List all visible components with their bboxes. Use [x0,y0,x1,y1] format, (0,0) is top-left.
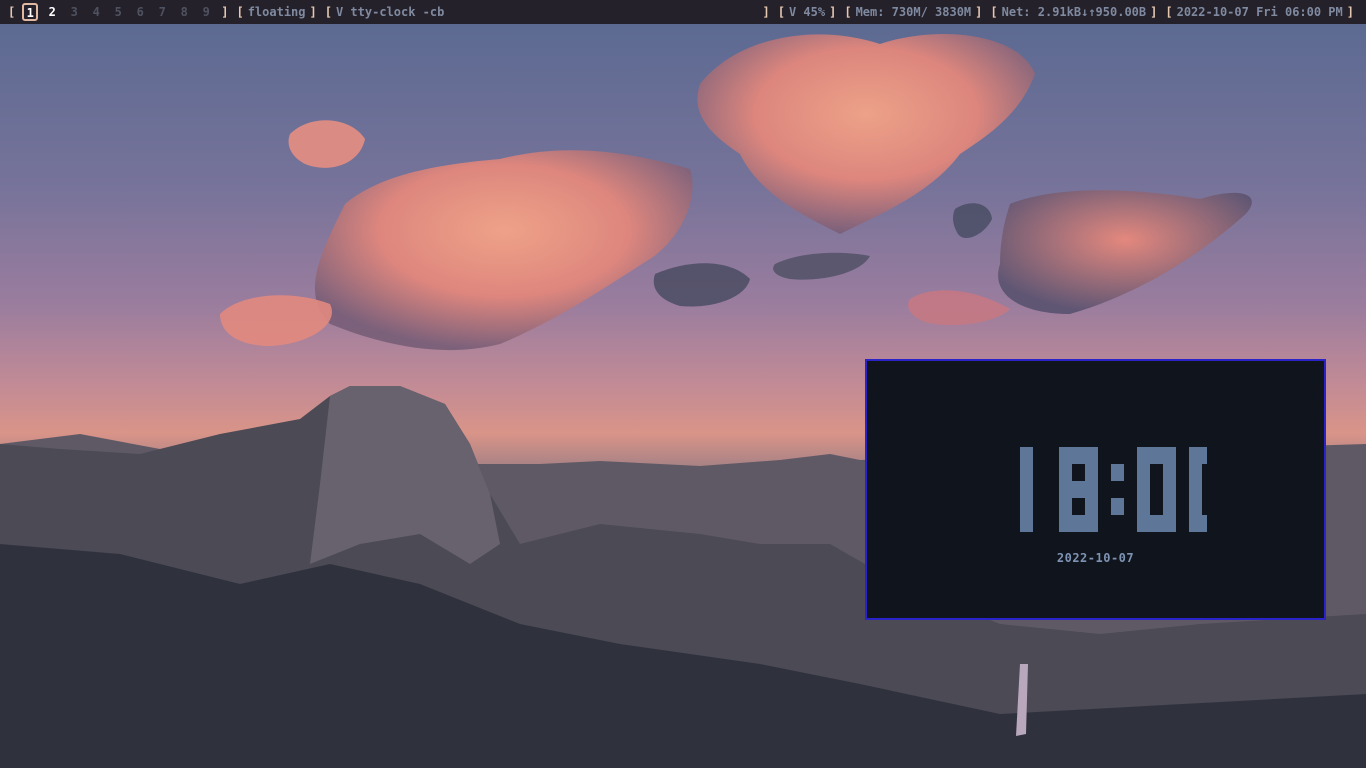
bracket-close: ] [829,5,837,19]
workspace-2[interactable]: 2 [41,0,63,24]
clock-digit-block [1163,481,1176,498]
clock-digit-block [1189,498,1202,515]
clock-digit-block [1111,498,1124,515]
clock-digit-block [1072,515,1085,532]
clock-digit-block [1072,447,1085,464]
clock-digit-block [1202,515,1207,532]
clock-digit-block [1085,498,1098,515]
workspace-7[interactable]: 7 [151,0,173,24]
workspace-8[interactable]: 8 [173,0,195,24]
clock-digit-block [1085,515,1098,532]
clock-digit-block [1085,464,1098,481]
clock-digit-block [1085,481,1098,498]
workspace-1[interactable]: 1 [22,3,39,21]
workspace-9[interactable]: 9 [195,0,217,24]
bracket-open: [ [1165,5,1173,19]
workspace-5[interactable]: 5 [107,0,129,24]
bracket-close: ] [975,5,983,19]
bracket-open: [ [324,5,332,19]
clock-digit-block [1137,447,1150,464]
clock-digit-block [1111,464,1124,481]
bracket-open: [ [990,5,998,19]
clock-date: 2022-10-07 [1056,551,1135,565]
workspace-3[interactable]: 3 [63,0,85,24]
workspace-4[interactable]: 4 [85,0,107,24]
clock-digit-block [1059,515,1072,532]
clock-digit-block [1189,481,1202,498]
clock-digit-block [1020,481,1033,498]
bar-left: [ 1 2 3 4 5 6 7 8 9 ] [ floating ] [ V t… [4,0,444,24]
clock-digit-block [1137,464,1150,481]
clock-digit-block [1072,481,1085,498]
clock-digit-block [1189,515,1202,532]
clock-time-display [1020,447,1207,532]
clock-digit-block [1163,515,1176,532]
window-title: V tty-clock -cb [335,5,445,19]
clock-digit-block [1059,481,1072,498]
bracket-open: [ [844,5,852,19]
bracket-close: ] [309,5,317,19]
clock-digit-block [1020,515,1033,532]
clock-digit-block [1020,464,1033,481]
layout-indicator[interactable]: floating [248,0,306,24]
clock-digit-block [1020,447,1033,464]
clock-digits-group [1020,447,1207,532]
bracket-open: [ [8,5,16,19]
clock-digit-block [1163,464,1176,481]
clock-digit-block [1085,447,1098,464]
status-bar: [ 1 2 3 4 5 6 7 8 9 ] [ floating ] [ V t… [0,0,1366,24]
cloud-shapes [220,34,1252,351]
clock-digit-block [1202,447,1207,464]
clock-digit-block [1059,447,1072,464]
clock-digit-block [1150,515,1163,532]
bracket-close: ] [1150,5,1158,19]
bracket-open: [ [777,5,785,19]
clock-digit-block [1137,498,1150,515]
bracket-close: ] [221,5,229,19]
clock-digit-block [1189,464,1202,481]
workspace-6[interactable]: 6 [129,0,151,24]
clock-digit-block [1020,498,1033,515]
bracket-close: ] [762,5,770,19]
bracket-open: [ [236,5,244,19]
tty-clock-window[interactable]: 2022-10-07 [865,359,1326,620]
datetime-status[interactable]: 2022-10-07 Fri 06:00 PM [1177,0,1343,24]
bar-right: ] [ V 45% ] [ Mem: 730M/ 3830M ] [ Net: … [759,0,1359,24]
bracket-close: ] [1346,5,1354,19]
memory-status: Mem: 730M/ 3830M [855,5,972,19]
clock-digit-block [1150,447,1163,464]
clock-digit-block [1137,481,1150,498]
clock-digit-block [1137,515,1150,532]
clock-digit-block [1059,464,1072,481]
clock-digit-block [1189,447,1202,464]
network-status: Net: 2.91kB↓↑950.00B [1001,5,1147,19]
clock-digit-block [1059,498,1072,515]
clock-digit-block [1163,447,1176,464]
volume-status[interactable]: V 45% [789,0,825,24]
clock-digit-block [1163,498,1176,515]
